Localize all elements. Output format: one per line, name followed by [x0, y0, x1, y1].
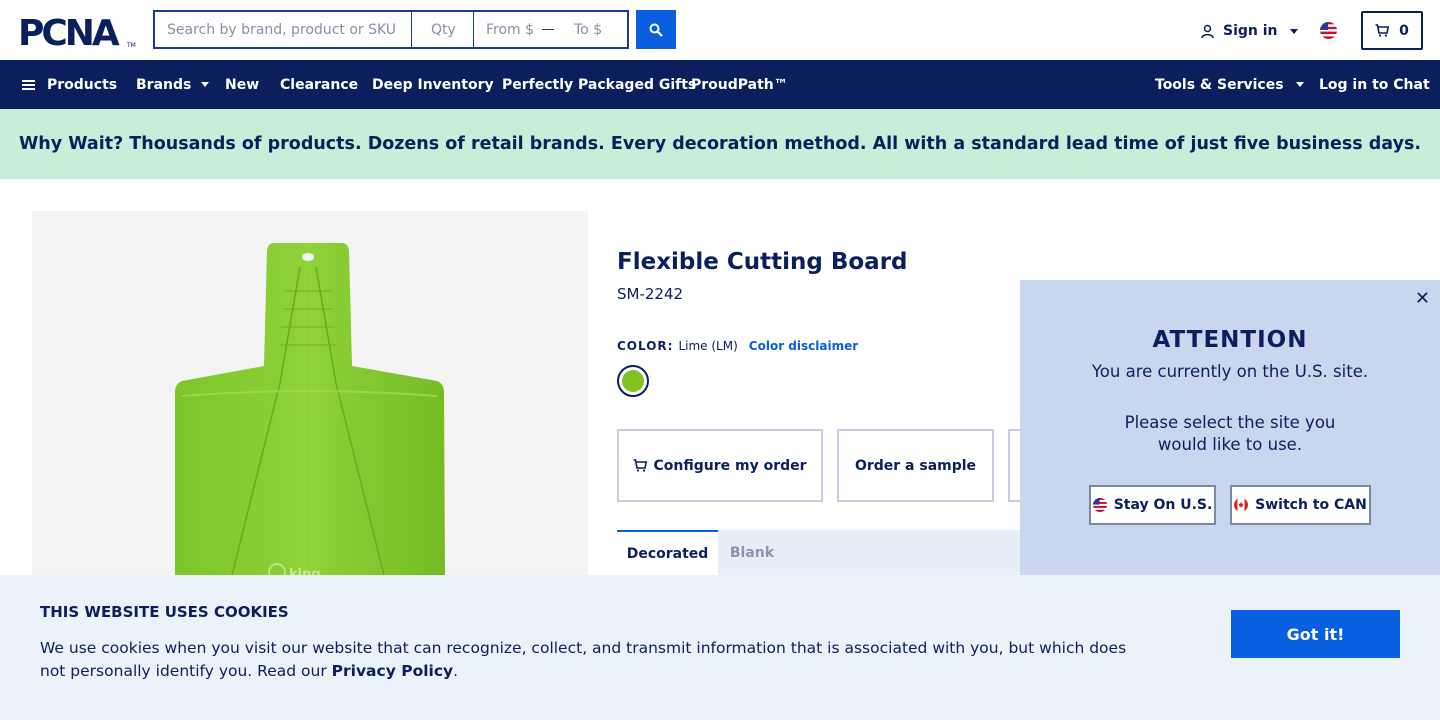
cart-button[interactable]: 0 [1361, 11, 1423, 50]
order-sample-button[interactable]: Order a sample [837, 429, 994, 502]
privacy-policy-link[interactable]: Privacy Policy [332, 662, 454, 680]
pcna-logo[interactable]: PCNA TM [18, 14, 136, 48]
chevron-down-icon [1295, 82, 1304, 87]
qty-input[interactable] [411, 12, 473, 47]
us-flag-icon [1092, 498, 1107, 512]
site-header: PCNA TM Sign in [0, 0, 1440, 60]
price-range [473, 12, 627, 47]
tab-decorated[interactable]: Decorated [617, 530, 718, 575]
price-range-dash [542, 29, 554, 30]
got-it-button[interactable]: Got it! [1231, 610, 1400, 658]
nav-label: Tools & Services [1155, 76, 1284, 93]
stay-on-us-label: Stay On U.S. [1113, 497, 1213, 513]
search-icon [649, 23, 663, 37]
product-sku: SM-2242 [617, 285, 684, 303]
us-flag-icon[interactable] [1320, 22, 1337, 39]
switch-to-can-label: Switch to CAN [1255, 497, 1367, 513]
cutting-board-image: king [175, 243, 445, 575]
nav-log-in-to-chat[interactable]: Log in to Chat [1319, 60, 1430, 109]
promo-text: Why Wait? Thousands of products. Dozens … [18, 134, 1422, 154]
configure-order-button[interactable]: Configure my order [617, 429, 823, 502]
cookie-body: We use cookies when you visit our websit… [40, 639, 1127, 680]
nav-deep-inventory[interactable]: Deep Inventory [372, 60, 494, 109]
nav-brands[interactable]: Brands [136, 60, 210, 109]
close-icon[interactable]: ✕ [1415, 288, 1430, 309]
product-title: Flexible Cutting Board [617, 249, 908, 275]
search-bar [153, 10, 629, 49]
svg-text:TM: TM [126, 42, 136, 48]
stay-on-us-button[interactable]: Stay On U.S. [1089, 485, 1216, 525]
nav-tools-services[interactable]: Tools & Services [1155, 60, 1304, 109]
nav-proudpath[interactable]: ProudPath™ [691, 60, 788, 109]
nav-label: ProudPath™ [691, 76, 788, 93]
nav-products[interactable]: Products [22, 60, 117, 109]
image-brand-text: king [289, 567, 321, 575]
sign-in-menu[interactable]: Sign in [1200, 20, 1298, 42]
color-disclaimer-link[interactable]: Color disclaimer [749, 339, 858, 353]
cookie-title: THIS WEBSITE USES COOKIES [40, 603, 289, 621]
nav-clearance[interactable]: Clearance [280, 60, 358, 109]
logo-text: PCNA [18, 14, 120, 48]
cookie-period: . [453, 662, 459, 680]
sign-in-label: Sign in [1223, 23, 1278, 39]
tab-label: Blank [729, 544, 775, 561]
nav-label: Clearance [280, 76, 359, 93]
cookie-text: We use cookies when you visit our websit… [40, 637, 1140, 683]
cart-count: 0 [1399, 22, 1409, 39]
color-swatch-lime[interactable] [617, 365, 649, 397]
chevron-down-icon [201, 82, 210, 87]
swatch-dot [622, 370, 644, 392]
canada-flag-icon [1234, 498, 1249, 512]
nav-label: New [225, 76, 260, 93]
cart-icon [1375, 24, 1390, 37]
color-label: COLOR: [617, 339, 674, 353]
price-to-input[interactable] [562, 13, 624, 46]
color-value: Lime (LM) [678, 339, 738, 353]
tab-blank[interactable]: Blank [718, 530, 786, 575]
site-select-modal: ✕ ATTENTION You are currently on the U.S… [1020, 280, 1440, 575]
color-row: COLOR: Lime (LM) Color disclaimer [617, 339, 858, 353]
nav-label: Deep Inventory [372, 76, 494, 93]
nav-label: Log in to Chat [1319, 76, 1430, 93]
nav-label: Perfectly Packaged Gifts [502, 76, 697, 93]
menu-icon [22, 78, 35, 92]
switch-to-can-button[interactable]: Switch to CAN [1230, 485, 1371, 525]
product-image[interactable]: king [32, 211, 588, 575]
nav-perfectly-packaged-gifts[interactable]: Perfectly Packaged Gifts [502, 60, 696, 109]
modal-select-site-text: Please select the site you would like to… [1124, 413, 1336, 454]
modal-current-site-text: You are currently on the U.S. site. [1091, 362, 1369, 381]
promo-banner: Why Wait? Thousands of products. Dozens … [0, 109, 1440, 179]
user-icon [1201, 24, 1214, 38]
nav-label: Brands [136, 76, 192, 93]
chevron-down-icon [1289, 28, 1298, 34]
order-sample-label: Order a sample [854, 457, 977, 474]
tab-label: Decorated [626, 545, 709, 562]
cookie-banner: THIS WEBSITE USES COOKIES We use cookies… [0, 575, 1440, 720]
modal-title: ATTENTION [1152, 327, 1308, 353]
price-from-input[interactable] [474, 13, 536, 46]
nav-label: Products [47, 76, 118, 93]
search-input[interactable] [155, 12, 411, 47]
nav-new[interactable]: New [225, 60, 259, 109]
cart-icon [633, 459, 648, 472]
configure-order-label: Configure my order [653, 457, 807, 474]
main-nav: Products Brands New Clearance Deep Inven… [0, 60, 1440, 109]
search-button[interactable] [636, 10, 676, 49]
